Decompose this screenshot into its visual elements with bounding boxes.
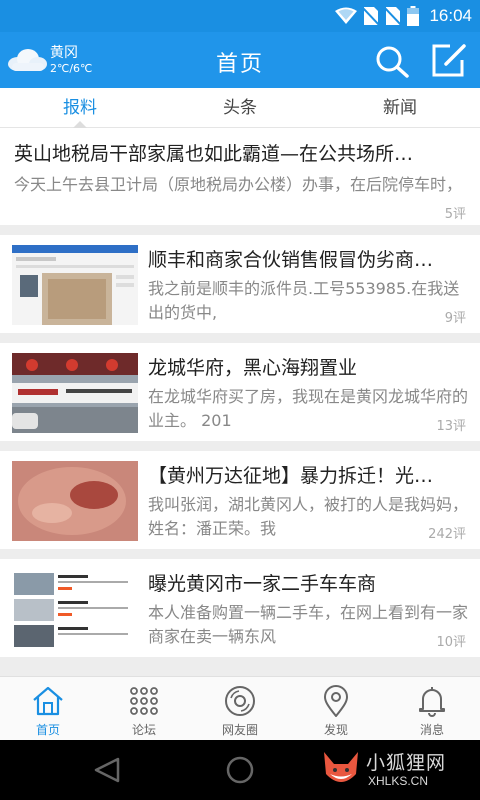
watermark: 小狐狸网 XHLKS.CN [318,746,468,794]
clock: 16:04 [429,6,472,25]
tab-baoliao[interactable]: 报料 [0,88,160,127]
item-headline: 【黄州万达征地】暴力拆迁！光… [148,465,434,487]
disc-icon [225,686,255,716]
item-summary: 今天上午去县卫计局（原地税局办公楼）办事，在后院停车时， [14,175,463,194]
nav-label: 发现 [323,723,348,737]
home-button-icon[interactable] [224,754,256,786]
nav-friends[interactable]: 网友圈 [192,677,288,740]
category-tabs: 报料 头条 新闻 [0,88,480,128]
item-headline: 曝光黄冈市一家二手车车商 [148,573,377,595]
thumbnail-image [12,569,138,649]
watermark-url: XHLKS.CN [368,774,429,788]
nav-label: 消息 [419,723,444,737]
thumbnail-image [12,353,138,433]
thumbnail-image [12,461,138,541]
comment-count: 10评 [436,635,466,650]
list-item[interactable]: 英山地税局干部家属也如此霸道—在公共场所… 今天上午去县卫计局（原地税局办公楼）… [0,129,480,225]
tab-toutiao[interactable]: 头条 [160,88,320,127]
comment-count: 242评 [428,527,466,542]
item-headline: 顺丰和商家合伙销售假冒伪劣商… [148,249,434,271]
item-summary: 我之前是顺丰的派件员.工号553985.在我送出的货中, [148,279,460,322]
tab-xinwen[interactable]: 新闻 [320,88,480,127]
nav-forum[interactable]: 论坛 [96,677,192,740]
battery-icon [407,6,420,26]
no-sim-icon [363,7,380,26]
thumbnail-image [12,245,138,325]
location-pin-icon [323,685,349,717]
nav-label: 首页 [35,723,60,737]
list-item[interactable]: 顺丰和商家合伙销售假冒伪劣商… 我之前是顺丰的派件员.工号553985.在我送出… [0,235,480,333]
system-nav-bar: 小狐狸网 XHLKS.CN [0,740,480,800]
nav-messages[interactable]: 消息 [384,677,480,740]
item-summary: 我叫张润，湖北黄冈人，被打的人是我妈妈，姓名：潘正荣。我 [148,495,469,538]
watermark-text: 小狐狸网 [366,752,447,774]
no-sim-icon [385,7,402,26]
comment-count: 5评 [444,207,466,222]
comment-count: 13评 [436,419,466,434]
nav-home[interactable]: 首页 [0,677,96,740]
home-icon [33,686,63,716]
list-item[interactable]: 【黄州万达征地】暴力拆迁！光… 我叫张润，湖北黄冈人，被打的人是我妈妈，姓名：潘… [0,451,480,549]
grid-icon [130,687,158,715]
wifi-icon [335,7,358,24]
comment-count: 9评 [444,311,466,326]
list-item[interactable]: 龙城华府，黑心海翔置业 在龙城华府买了房，我现在是黄冈龙城华府的业主。 201 … [0,343,480,441]
news-feed[interactable]: 英山地税局干部家属也如此霸道—在公共场所… 今天上午去县卫计局（原地税局办公楼）… [0,129,480,676]
item-summary: 在龙城华府买了房，我现在是黄冈龙城华府的业主。 201 [148,387,469,430]
item-summary: 本人准备购置一辆二手车，在网上看到有一家商家在卖一辆东风 [148,603,469,646]
status-bar: 16:04 [0,0,480,32]
nav-label: 论坛 [131,723,156,737]
nav-discover[interactable]: 发现 [288,677,384,740]
item-headline: 英山地税局干部家属也如此霸道—在公共场所… [14,143,414,165]
search-icon[interactable] [374,44,410,78]
item-headline: 龙城华府，黑心海翔置业 [148,357,358,379]
bell-icon [419,687,445,717]
bottom-nav: 首页 论坛 网友圈 发现 消息 [0,676,480,740]
edit-icon[interactable] [430,42,468,78]
app-bar: 黄冈 2℃/6℃ 首页 [0,32,480,88]
list-item[interactable]: 曝光黄冈市一家二手车车商 本人准备购置一辆二手车，在网上看到有一家商家在卖一辆东… [0,559,480,657]
back-icon[interactable] [92,756,122,784]
nav-label: 网友圈 [221,723,258,737]
fox-logo-icon [324,752,358,782]
